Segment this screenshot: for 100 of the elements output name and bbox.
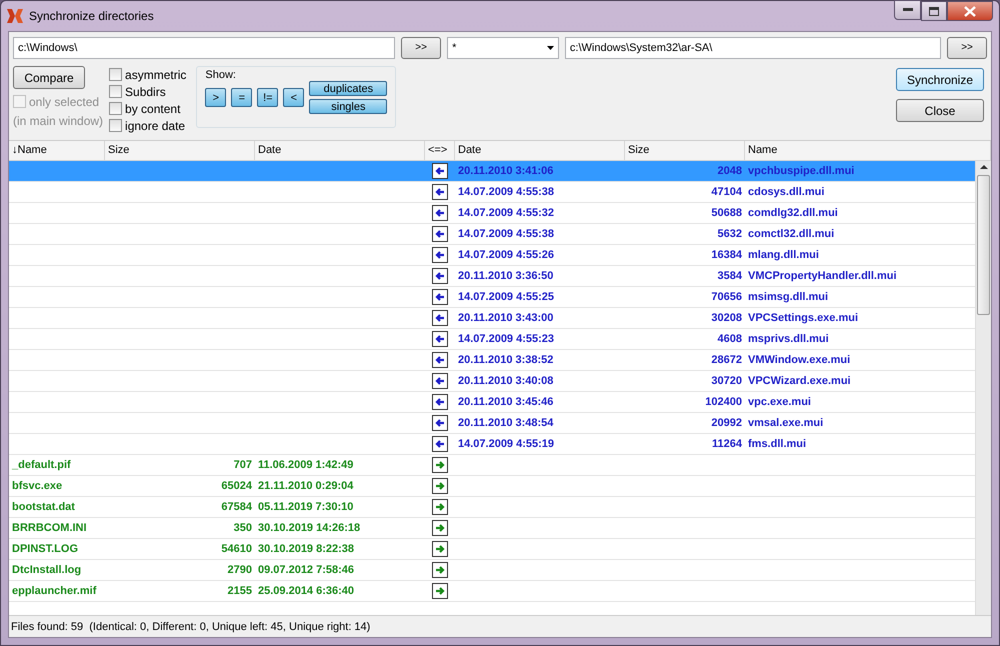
table-row[interactable]: 20.11.2010 3:36:50 3584 VMCPropertyHandler.dll.mui <box>9 266 975 287</box>
table-cell-text: cdosys.dll.mui <box>747 186 826 198</box>
table-cell-text: comctl32.dll.mui <box>747 228 836 240</box>
scroll-thumb[interactable] <box>977 175 990 315</box>
filter-toggle[interactable]: duplicates <box>309 81 388 96</box>
column-header[interactable]: Size <box>625 141 745 160</box>
table-row[interactable]: 14.07.2009 4:55:38 5632 comctl32.dll.mui <box>9 224 975 245</box>
column-header[interactable]: Size <box>105 141 255 160</box>
table-row[interactable]: 14.07.2009 4:55:19 11264 fms.dll.mui <box>9 434 975 455</box>
close-button[interactable] <box>947 1 993 21</box>
table-row[interactable]: 14.07.2009 4:55:38 47104 cdosys.dll.mui <box>9 182 975 203</box>
dropdown-caret-icon <box>546 46 554 50</box>
table-cell-text: 14.07.2009 4:55:23 <box>457 333 556 345</box>
browse-button[interactable]: >> <box>401 36 442 58</box>
table-cell-text: 20.11.2010 3:40:08 <box>457 375 554 387</box>
table-row[interactable]: epplauncher.mif 2155 25.09.2014 6:36:40 <box>9 581 975 602</box>
table-cell-text: _default.pif <box>11 459 72 471</box>
table-cell-text: 05.11.2019 7:30:10 <box>257 501 354 513</box>
close-icon <box>964 6 976 16</box>
table-row[interactable]: 20.11.2010 3:45:46 102400 vpc.exe.mui <box>9 392 975 413</box>
filter-toggle[interactable]: != <box>257 88 278 107</box>
table-cell-text: 67584 <box>220 501 253 513</box>
table-cell-text: 350 <box>232 522 253 534</box>
table-row[interactable]: 20.11.2010 3:43:00 30208 VPCSettings.exe.mui <box>9 308 975 329</box>
filter-toggle[interactable]: = <box>231 88 252 107</box>
table-cell-text: VPCWizard.exe.mui <box>747 375 852 387</box>
table-cell-text: 14.07.2009 4:55:32 <box>457 207 556 219</box>
right-path-field[interactable]: c:\Windows\System32\ar-SA\ <box>564 36 942 58</box>
checkbox[interactable] <box>109 119 122 132</box>
table-row[interactable]: 20.11.2010 3:38:52 28672 VMWindow.exe.mui <box>9 350 975 371</box>
browse-button[interactable]: >> <box>947 36 988 58</box>
table-cell-text: 20992 <box>710 417 743 429</box>
table-cell-text: 54610 <box>220 543 253 555</box>
table-row[interactable]: bfsvc.exe 65024 21.11.2010 0:29:04 <box>9 476 975 497</box>
app-logo-icon <box>7 9 23 23</box>
checkbox[interactable] <box>109 85 122 98</box>
table-cell-text: 30208 <box>710 312 743 324</box>
filter-dropdown[interactable]: * <box>447 36 559 58</box>
column-header[interactable]: Date <box>455 141 625 160</box>
checkbox[interactable] <box>109 102 122 115</box>
table-cell-text: 30.10.2019 8:22:38 <box>257 543 356 555</box>
table-row[interactable]: _default.pif 707 11.06.2009 1:42:49 <box>9 455 975 476</box>
table-cell-text: 25.09.2014 6:36:40 <box>257 585 356 597</box>
table-cell-text: 20.11.2010 3:48:54 <box>457 417 554 429</box>
maximize-button[interactable] <box>921 1 947 21</box>
minimize-icon <box>902 8 912 12</box>
filter-toggle[interactable]: < <box>283 88 304 107</box>
scrollbar[interactable] <box>975 161 991 615</box>
table-cell-text: 20.11.2010 3:45:46 <box>457 396 554 408</box>
table-row[interactable]: 14.07.2009 4:55:25 70656 msimsg.dll.mui <box>9 287 975 308</box>
group-label: Show: <box>205 69 236 81</box>
column-header[interactable]: Name <box>745 141 991 160</box>
table-cell-text: 14.07.2009 4:55:26 <box>457 249 556 261</box>
table-row[interactable]: DPINST.LOG 54610 30.10.2019 8:22:38 <box>9 539 975 560</box>
filter-toggle[interactable]: > <box>205 88 226 107</box>
minimize-button[interactable] <box>894 0 921 20</box>
table-cell-text: epplauncher.mif <box>11 585 98 597</box>
synchronize-button[interactable]: Synchronize <box>896 68 984 91</box>
table-cell-text: 4608 <box>716 333 743 345</box>
checkbox[interactable] <box>109 68 122 81</box>
column-header[interactable]: <=> <box>425 141 455 160</box>
table-cell-text: 30720 <box>710 375 743 387</box>
table-cell-text: 47104 <box>710 186 743 198</box>
table-cell-text: vmsal.exe.mui <box>747 417 824 429</box>
table-cell-text: vpchbuspipe.dll.mui <box>747 165 856 177</box>
checkbox-label: Subdirs <box>125 84 166 98</box>
table-row[interactable]: BRRBCOM.INI 350 30.10.2019 14:26:18 <box>9 518 975 539</box>
table-row[interactable]: DtcInstall.log 2790 09.07.2012 7:58:46 <box>9 560 975 581</box>
table-cell-text: 50688 <box>710 207 743 219</box>
table-cell-text: 707 <box>232 459 253 471</box>
left-path-field[interactable]: c:\Windows\ <box>13 36 396 58</box>
maximize-icon <box>929 6 939 16</box>
column-header[interactable]: ↓Name <box>9 141 105 160</box>
filter-toggle[interactable]: singles <box>309 99 388 114</box>
table-row[interactable]: 14.07.2009 4:55:26 16384 mlang.dll.mui <box>9 245 975 266</box>
table-row[interactable]: bootstat.dat 67584 05.11.2019 7:30:10 <box>9 497 975 518</box>
column-header[interactable]: Date <box>255 141 425 160</box>
table-cell-text: 2155 <box>226 585 253 597</box>
table-cell-text: BRRBCOM.INI <box>11 522 88 534</box>
compare-button[interactable]: Compare <box>13 66 85 89</box>
checkbox-label: by content <box>125 102 180 116</box>
table-cell-text: 3584 <box>716 270 743 282</box>
table-cell-text: 14.07.2009 4:55:38 <box>457 186 556 198</box>
table-row[interactable]: 20.11.2010 3:40:08 30720 VPCWizard.exe.mui <box>9 371 975 392</box>
table-cell-text: DtcInstall.log <box>11 564 82 576</box>
table-cell-text: 65024 <box>220 480 253 492</box>
table-cell-text: 2790 <box>226 564 253 576</box>
table-cell-text: 21.11.2010 0:29:04 <box>257 480 354 492</box>
table-cell-text: mlang.dll.mui <box>747 249 820 261</box>
table-cell-text: comdlg32.dll.mui <box>747 207 839 219</box>
table-cell-text: 28672 <box>710 354 743 366</box>
close-button[interactable]: Close <box>896 99 984 122</box>
table-row[interactable]: 14.07.2009 4:55:23 4608 msprivs.dll.mui <box>9 329 975 350</box>
table-cell-text: 20.11.2010 3:41:06 <box>457 165 554 177</box>
table-cell-text: 16384 <box>710 249 743 261</box>
table-cell-text: DPINST.LOG <box>11 543 80 555</box>
table-row[interactable]: 14.07.2009 4:55:32 50688 comdlg32.dll.mui <box>9 203 975 224</box>
table-cell-text: 70656 <box>710 291 743 303</box>
table-cell-text: bootstat.dat <box>11 501 76 513</box>
table-row[interactable]: 20.11.2010 3:48:54 20992 vmsal.exe.mui <box>9 413 975 434</box>
